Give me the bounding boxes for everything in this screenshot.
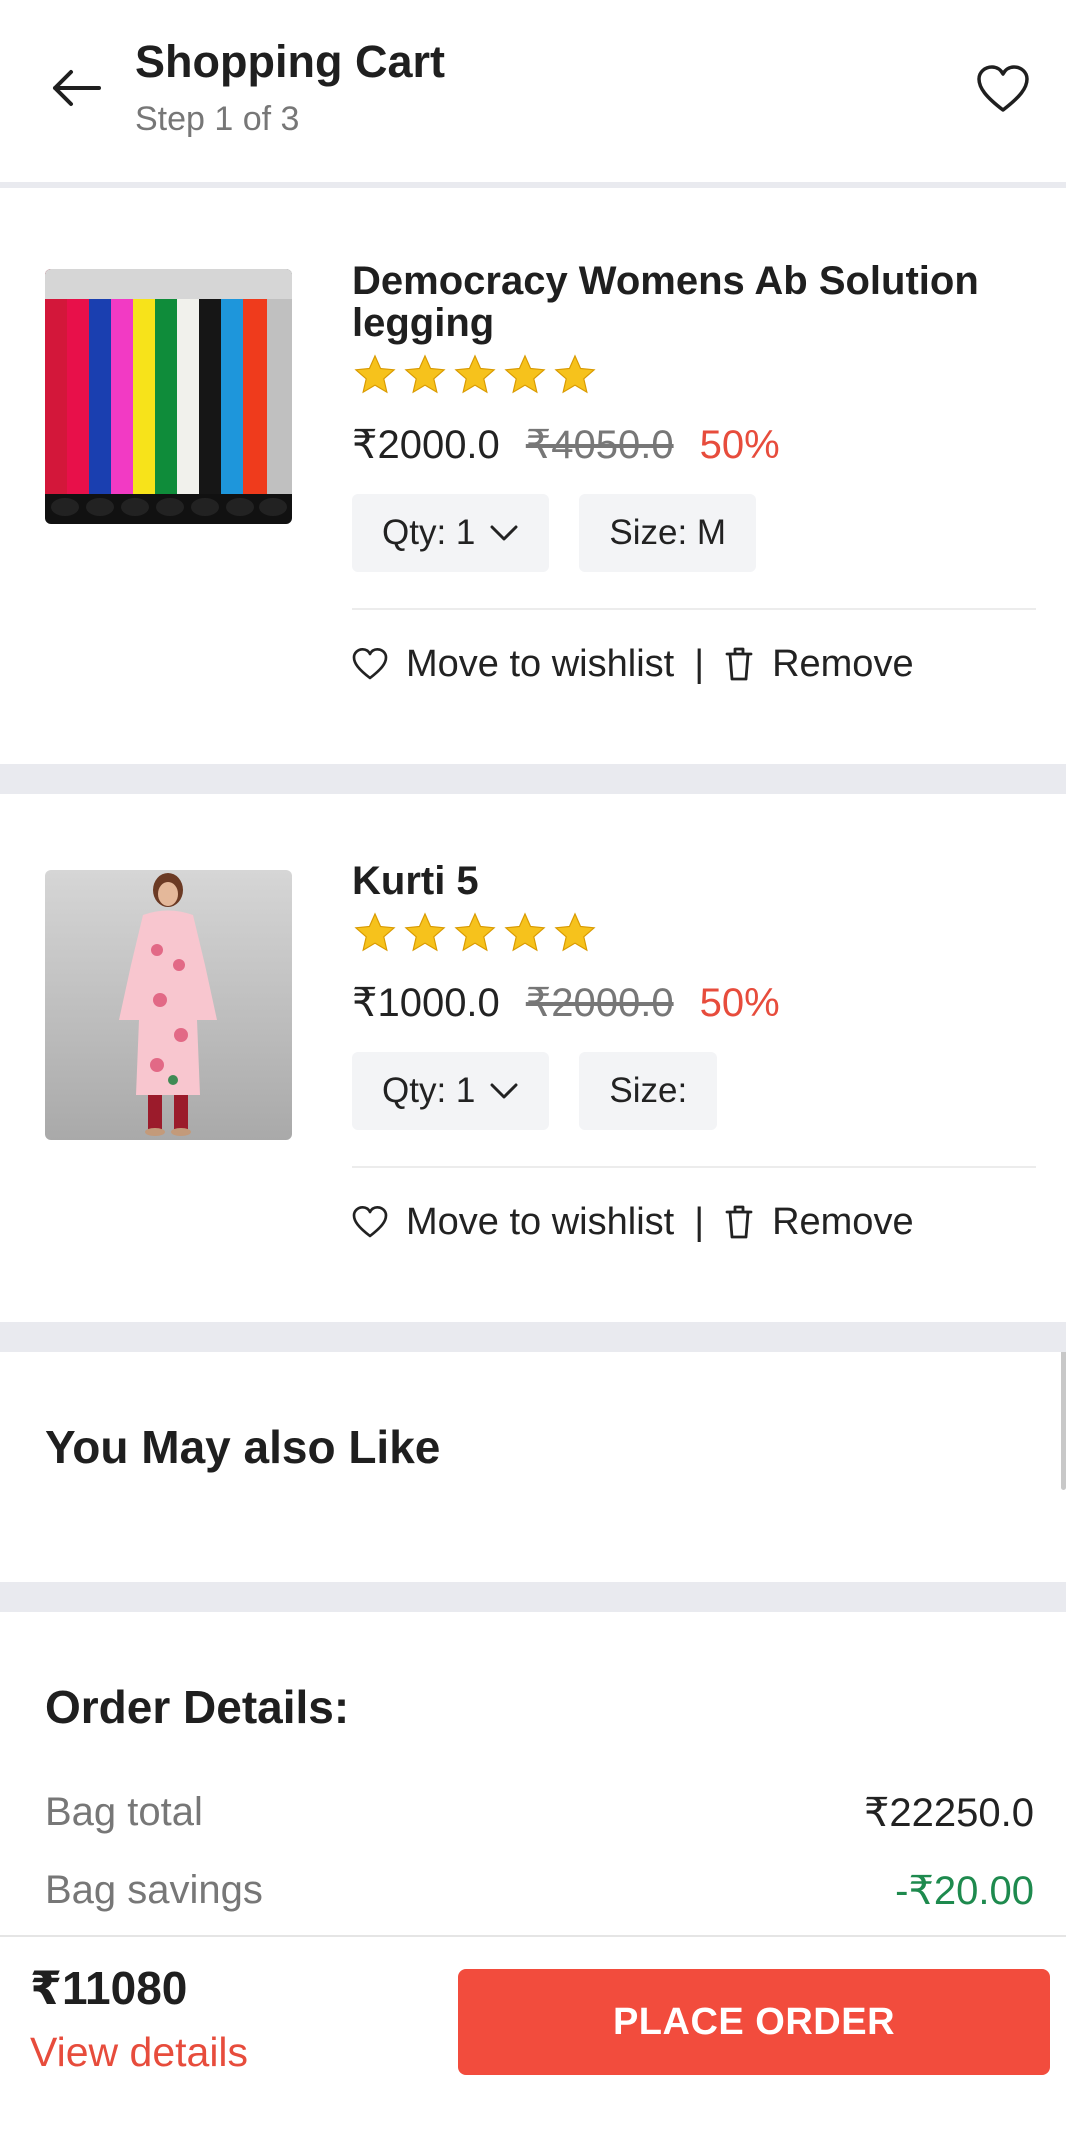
heart-icon <box>977 65 1029 112</box>
section-separator <box>0 1582 1066 1612</box>
bag-total-value: ₹22250.0 <box>863 1791 1034 1835</box>
price-row: ₹2000.0 ₹4050.0 50% <box>352 422 1036 468</box>
heart-outline-icon <box>352 1206 388 1238</box>
star-icon <box>554 912 596 952</box>
product-image-leggings[interactable] <box>45 269 292 524</box>
remove-label: Remove <box>772 1200 914 1243</box>
quantity-label: Qty: 1 <box>382 513 476 552</box>
star-icon <box>404 354 446 394</box>
bag-total-label: Bag total <box>45 1790 203 1834</box>
remove-label: Remove <box>772 642 914 685</box>
star-icon <box>354 912 396 952</box>
size-selector[interactable]: Size: <box>579 1052 718 1130</box>
quantity-selector[interactable]: Qty: 1 <box>352 1052 550 1130</box>
move-to-wishlist-label: Move to wishlist <box>406 642 675 685</box>
star-icon <box>504 354 546 394</box>
move-to-wishlist-label: Move to wishlist <box>406 1200 675 1243</box>
quantity-selector[interactable]: Qty: 1 <box>352 494 550 572</box>
bag-savings-label: Bag savings <box>45 1868 263 1912</box>
section-separator <box>0 764 1066 794</box>
divider <box>352 608 1036 610</box>
section-separator <box>0 1322 1066 1352</box>
current-price: ₹1000.0 <box>352 981 500 1025</box>
product-image-kurti[interactable] <box>45 870 292 1140</box>
quantity-label: Qty: 1 <box>382 1071 476 1110</box>
discount-percent: 50% <box>699 423 780 467</box>
checkout-footer: ₹11080 View details PLACE ORDER <box>0 1935 1066 2130</box>
arrow-left-icon <box>53 70 101 106</box>
discount-percent: 50% <box>699 981 780 1025</box>
bag-savings-value: -₹20.00 <box>895 1869 1034 1913</box>
view-details-link[interactable]: View details <box>30 2029 248 2076</box>
move-to-wishlist-button[interactable]: Move to wishlist <box>352 1201 674 1244</box>
remove-button[interactable]: Remove <box>724 1201 914 1244</box>
star-icon <box>554 354 596 394</box>
bag-total-row: Bag total ₹22250.0 <box>45 1790 1034 1836</box>
price-row: ₹1000.0 ₹2000.0 50% <box>352 980 1036 1026</box>
original-price: ₹4050.0 <box>525 423 674 467</box>
order-total: ₹11080 <box>30 1962 188 2014</box>
step-indicator: Step 1 of 3 <box>135 100 300 138</box>
wishlist-button[interactable] <box>972 58 1034 120</box>
product-name[interactable]: Democracy Womens Ab Solution legging <box>352 260 1036 344</box>
back-button[interactable] <box>44 62 108 114</box>
move-to-wishlist-button[interactable]: Move to wishlist <box>352 643 674 686</box>
chevron-down-icon <box>490 1083 518 1099</box>
heart-outline-icon <box>352 648 388 680</box>
star-icon <box>504 912 546 952</box>
recommendations-title: You May also Like <box>45 1421 441 1473</box>
star-rating <box>352 908 1036 958</box>
star-icon <box>354 354 396 394</box>
size-label: Size: M <box>609 513 727 552</box>
place-order-button[interactable]: PLACE ORDER <box>458 1969 1050 2075</box>
trash-icon <box>725 647 753 681</box>
star-icon <box>454 354 496 394</box>
action-separator: | <box>694 642 705 685</box>
cart-item: Kurti 5 ₹1000.0 ₹2000.0 50% Qty: 1 Size: <box>0 794 1066 1322</box>
chevron-down-icon <box>490 525 518 541</box>
star-rating <box>352 350 1036 400</box>
product-name[interactable]: Kurti 5 <box>352 860 1036 902</box>
star-icon <box>404 912 446 952</box>
bag-savings-row: Bag savings -₹20.00 <box>45 1868 1034 1914</box>
current-price: ₹2000.0 <box>352 423 500 467</box>
order-details-title: Order Details: <box>45 1681 350 1733</box>
size-label: Size: <box>609 1071 688 1110</box>
page-title: Shopping Cart <box>135 36 445 87</box>
app-header: Shopping Cart Step 1 of 3 <box>0 0 1066 188</box>
cart-item: Democracy Womens Ab Solution legging ₹20… <box>0 194 1066 764</box>
action-separator: | <box>694 1200 705 1243</box>
remove-button[interactable]: Remove <box>724 643 914 686</box>
trash-icon <box>725 1205 753 1239</box>
original-price: ₹2000.0 <box>525 981 674 1025</box>
size-selector[interactable]: Size: M <box>579 494 757 572</box>
star-icon <box>454 912 496 952</box>
divider <box>352 1166 1036 1168</box>
